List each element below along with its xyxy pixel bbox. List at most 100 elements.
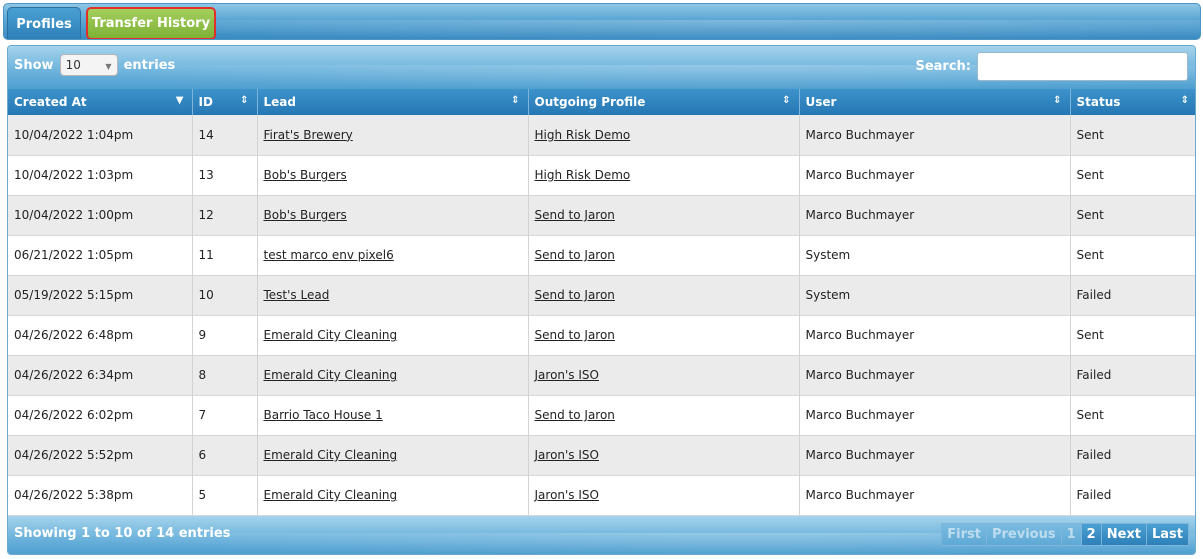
cell-id: 12 xyxy=(191,195,257,236)
outgoing-profile-link[interactable]: Send to Jaron xyxy=(535,328,615,342)
cell-user: Marco Buchmayer xyxy=(798,435,1070,476)
cell-id: 13 xyxy=(191,155,257,196)
table-row: 04/26/2022 6:34pm 8 Emerald City Cleanin… xyxy=(8,355,1195,396)
cell-id: 6 xyxy=(191,435,257,476)
lead-link[interactable]: Test's Lead xyxy=(264,288,330,302)
table-row: 05/19/2022 5:15pm 10 Test's Lead Send to… xyxy=(8,275,1195,316)
cell-status: Sent xyxy=(1069,395,1195,436)
entries-per-page-value: 10 xyxy=(65,58,81,72)
sort-arrows-icon: ⇕ xyxy=(240,95,249,106)
cell-id: 11 xyxy=(191,235,257,276)
cell-user: Marco Buchmayer xyxy=(798,475,1070,516)
previous-page-button[interactable]: Previous xyxy=(985,523,1062,546)
cell-status: Sent xyxy=(1069,315,1195,356)
cell-user: Marco Buchmayer xyxy=(798,355,1070,396)
transfer-history-panel: Show 10 ▼ entries Search: Created At ▼ ID… xyxy=(7,45,1196,555)
cell-status: Sent xyxy=(1069,235,1195,276)
cell-status: Failed xyxy=(1069,475,1195,516)
cell-status: Sent xyxy=(1069,155,1195,196)
sort-arrows-icon: ⇕ xyxy=(511,95,520,106)
cell-created-at: 04/26/2022 6:02pm xyxy=(8,395,192,436)
cell-created-at: 06/21/2022 1:05pm xyxy=(8,235,192,276)
search-label: Search: xyxy=(915,59,971,74)
column-header-id[interactable]: ID ⇕ xyxy=(191,89,257,115)
search-input[interactable] xyxy=(977,52,1188,81)
cell-created-at: 04/26/2022 6:48pm xyxy=(8,315,192,356)
cell-created-at: 10/04/2022 1:00pm xyxy=(8,195,192,236)
table-toolbar: Show 10 ▼ entries Search: xyxy=(8,46,1195,89)
cell-status: Failed xyxy=(1069,355,1195,396)
lead-link[interactable]: Bob's Burgers xyxy=(264,168,347,182)
cell-created-at: 10/04/2022 1:03pm xyxy=(8,155,192,196)
outgoing-profile-link[interactable]: Jaron's ISO xyxy=(535,448,599,462)
table-row: 10/04/2022 1:04pm 14 Firat's Brewery Hig… xyxy=(8,115,1195,156)
cell-id: 7 xyxy=(191,395,257,436)
sort-arrows-icon: ⇕ xyxy=(1180,95,1189,106)
column-header-lead[interactable]: Lead ⇕ xyxy=(256,89,528,115)
cell-user: Marco Buchmayer xyxy=(798,395,1070,436)
lead-link[interactable]: Emerald City Cleaning xyxy=(264,328,398,342)
cell-id: 10 xyxy=(191,275,257,316)
entries-label: entries xyxy=(123,57,176,73)
sort-arrows-icon: ⇕ xyxy=(782,95,791,106)
page-2-button[interactable]: 2 xyxy=(1080,523,1102,546)
column-header-status[interactable]: Status ⇕ xyxy=(1069,89,1195,115)
table-row: 04/26/2022 5:38pm 5 Emerald City Cleanin… xyxy=(8,475,1195,516)
cell-created-at: 04/26/2022 6:34pm xyxy=(8,355,192,396)
show-label: Show xyxy=(14,57,54,73)
table-info: Showing 1 to 10 of 14 entries xyxy=(14,526,231,541)
cell-created-at: 05/19/2022 5:15pm xyxy=(8,275,192,316)
table-row: 10/04/2022 1:00pm 12 Bob's Burgers Send … xyxy=(8,195,1195,236)
lead-link[interactable]: Bob's Burgers xyxy=(264,208,347,222)
cell-id: 8 xyxy=(191,355,257,396)
pagination: First Previous 1 2 Next Last xyxy=(941,523,1189,546)
outgoing-profile-link[interactable]: Send to Jaron xyxy=(535,408,615,422)
lead-link[interactable]: Emerald City Cleaning xyxy=(264,448,398,462)
column-header-user[interactable]: User ⇕ xyxy=(798,89,1070,115)
tab-profiles[interactable]: Profiles xyxy=(7,7,81,39)
next-page-button[interactable]: Next xyxy=(1100,523,1147,546)
table-row: 04/26/2022 5:52pm 6 Emerald City Cleanin… xyxy=(8,435,1195,476)
cell-status: Sent xyxy=(1069,195,1195,236)
outgoing-profile-link[interactable]: High Risk Demo xyxy=(535,128,631,142)
triangle-down-icon: ▼ xyxy=(175,95,184,106)
entries-length-control: Show 10 ▼ entries xyxy=(14,54,175,76)
lead-link[interactable]: Firat's Brewery xyxy=(264,128,353,142)
cell-id: 14 xyxy=(191,115,257,156)
table-row: 04/26/2022 6:02pm 7 Barrio Taco House 1 … xyxy=(8,395,1195,436)
table-row: 10/04/2022 1:03pm 13 Bob's Burgers High … xyxy=(8,155,1195,196)
page-1-button[interactable]: 1 xyxy=(1060,523,1082,546)
cell-user: System xyxy=(798,235,1070,276)
search-control: Search: xyxy=(915,52,1188,81)
cell-id: 5 xyxy=(191,475,257,516)
outgoing-profile-link[interactable]: Jaron's ISO xyxy=(535,488,599,502)
outgoing-profile-link[interactable]: Send to Jaron xyxy=(535,248,615,262)
outgoing-profile-link[interactable]: Send to Jaron xyxy=(535,208,615,222)
cell-created-at: 10/04/2022 1:04pm xyxy=(8,115,192,156)
cell-status: Failed xyxy=(1069,435,1195,476)
lead-link[interactable]: Barrio Taco House 1 xyxy=(264,408,383,422)
last-page-button[interactable]: Last xyxy=(1145,523,1189,546)
cell-status: Sent xyxy=(1069,115,1195,156)
outgoing-profile-link[interactable]: Send to Jaron xyxy=(535,288,615,302)
tab-transfer-history[interactable]: Transfer History xyxy=(86,7,216,39)
outgoing-profile-link[interactable]: High Risk Demo xyxy=(535,168,631,182)
sort-arrows-icon: ⇕ xyxy=(1053,95,1062,106)
first-page-button[interactable]: First xyxy=(941,523,987,546)
cell-status: Failed xyxy=(1069,275,1195,316)
tab-bar: Profiles Transfer History xyxy=(3,3,1201,40)
lead-link[interactable]: Emerald City Cleaning xyxy=(264,368,398,382)
entries-per-page-select[interactable]: 10 ▼ xyxy=(59,54,118,76)
column-header-outgoing-profile[interactable]: Outgoing Profile ⇕ xyxy=(527,89,799,115)
table-row: 06/21/2022 1:05pm 11 test marco env pixe… xyxy=(8,235,1195,276)
cell-created-at: 04/26/2022 5:38pm xyxy=(8,475,192,516)
lead-link[interactable]: test marco env pixel6 xyxy=(264,248,394,262)
table-row: 04/26/2022 6:48pm 9 Emerald City Cleanin… xyxy=(8,315,1195,356)
cell-id: 9 xyxy=(191,315,257,356)
cell-user: System xyxy=(798,275,1070,316)
lead-link[interactable]: Emerald City Cleaning xyxy=(264,488,398,502)
outgoing-profile-link[interactable]: Jaron's ISO xyxy=(535,368,599,382)
table-header-row: Created At ▼ ID ⇕ Lead ⇕ Outgoing Profile ⇕ … xyxy=(8,89,1195,115)
column-header-created-at[interactable]: Created At ▼ xyxy=(8,89,192,115)
cell-user: Marco Buchmayer xyxy=(798,155,1070,196)
